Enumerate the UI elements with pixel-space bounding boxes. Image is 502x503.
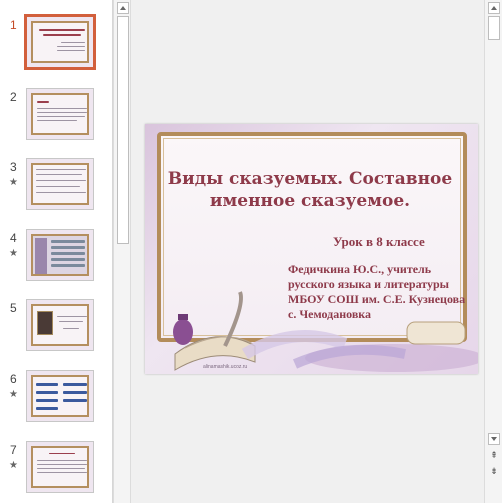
slide-thumbnail-1[interactable]: 1	[0, 14, 113, 78]
slide-title[interactable]: Виды сказуемых. Составное именное сказуе…	[165, 168, 455, 212]
slide-preview	[26, 370, 94, 422]
slide-thumbnail-6[interactable]: 6 ★	[0, 370, 113, 432]
quill-and-book-illustration	[173, 291, 478, 372]
slide-preview	[26, 299, 94, 351]
slide-preview	[26, 158, 94, 210]
slide-number: 4	[10, 231, 17, 245]
animation-star-icon[interactable]: ★	[9, 248, 18, 259]
animation-star-icon[interactable]: ★	[9, 460, 18, 471]
animation-star-icon[interactable]: ★	[9, 389, 18, 400]
scroll-down-icon[interactable]	[488, 433, 500, 445]
next-slide-icon[interactable]: ⇟	[488, 467, 500, 479]
slide-number: 3	[10, 160, 17, 174]
slide-number: 6	[10, 372, 17, 386]
slide-number: 7	[10, 443, 17, 457]
slide-subtitle[interactable]: Урок в 8 классе	[333, 234, 425, 250]
slide-thumbnail-2[interactable]: 2	[0, 88, 113, 150]
slide-preview	[26, 441, 94, 493]
previous-slide-icon[interactable]: ⇞	[488, 451, 500, 463]
slide-preview	[26, 88, 94, 140]
slide-thumbnail-5[interactable]: 5	[0, 299, 113, 361]
scrollbar-thumb[interactable]	[488, 16, 500, 40]
slide-thumbnail-3[interactable]: 3 ★	[0, 158, 113, 220]
slide-number: 2	[10, 90, 17, 104]
slide-thumbnail-4[interactable]: 4 ★	[0, 229, 113, 291]
scroll-up-icon[interactable]	[488, 2, 500, 14]
slide-thumbnail-7[interactable]: 7 ★	[0, 441, 113, 503]
slide-number: 1	[10, 18, 17, 32]
slide-preview	[26, 229, 94, 281]
slide-number: 5	[10, 301, 17, 315]
thumbnail-scrollbar[interactable]	[113, 0, 131, 503]
presentation-editor: 1 2 3 ★ 4 ★ 5 6 ★ 7 ★ Виды сказуемых. Со…	[0, 0, 502, 503]
slide-thumbnail-pane: 1 2 3 ★ 4 ★ 5 6 ★ 7 ★	[0, 0, 113, 503]
current-slide[interactable]: Виды сказуемых. Составное именное сказуе…	[145, 124, 478, 374]
editor-scrollbar[interactable]: ⇞ ⇟	[484, 0, 502, 503]
slide-source-url: alinamashik.ucoz.ru	[203, 364, 248, 370]
slide-preview	[24, 14, 96, 70]
scroll-up-icon[interactable]	[117, 2, 129, 14]
scrollbar-thumb[interactable]	[117, 16, 129, 244]
animation-star-icon[interactable]: ★	[9, 177, 18, 188]
slide-editing-area: Виды сказуемых. Составное именное сказуе…	[132, 0, 484, 503]
